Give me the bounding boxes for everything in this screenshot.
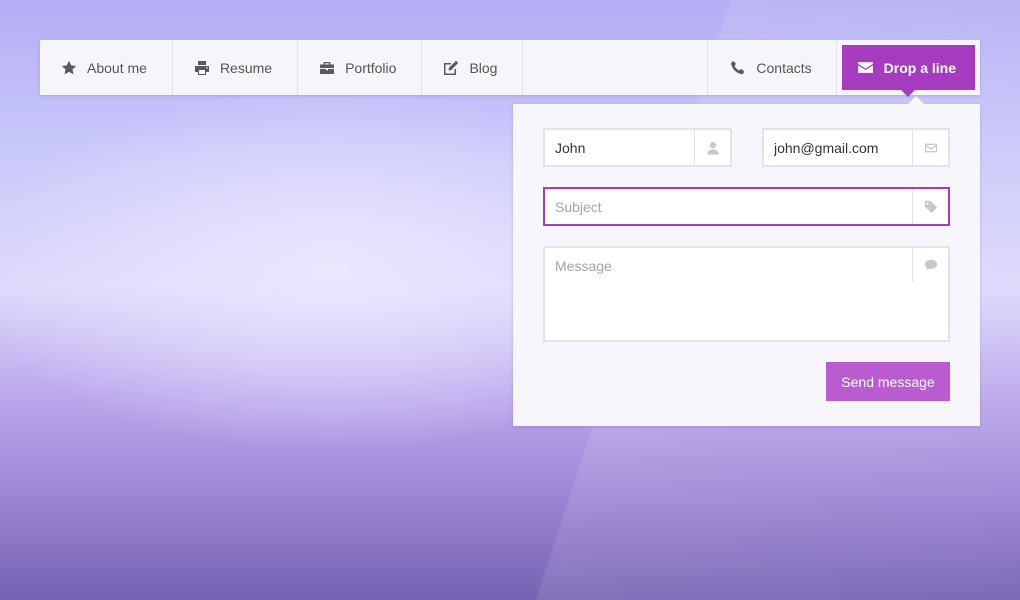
envelope-icon <box>857 62 873 73</box>
briefcase-icon <box>320 61 335 74</box>
name-field <box>543 128 732 167</box>
send-message-button[interactable]: Send message <box>826 362 950 401</box>
phone-icon <box>731 60 745 74</box>
contact-form-panel: Message Send message <box>513 96 980 426</box>
drop-a-line-label: Drop a line <box>883 59 956 76</box>
subject-field <box>543 187 950 226</box>
nav-item-about-me[interactable]: About me <box>40 40 173 95</box>
nav-label-resume: Resume <box>219 59 273 76</box>
nav-item-blog[interactable]: Blog <box>422 40 524 95</box>
nav-label-portfolio: Portfolio <box>345 59 397 76</box>
top-navbar: About me Resume Portfolio Blog Contacts … <box>40 40 980 97</box>
envelope-outline-icon <box>924 143 937 152</box>
subject-field-icon-wrap <box>912 189 948 224</box>
nav-item-contacts[interactable]: Contacts <box>708 40 837 95</box>
email-field-icon-wrap <box>912 130 948 165</box>
nav-label-contacts: Contacts <box>756 59 812 76</box>
drop-a-line-button[interactable]: Drop a line <box>841 45 975 97</box>
email-input[interactable] <box>764 130 912 165</box>
nav-label-blog: Blog <box>469 59 498 76</box>
name-input[interactable] <box>545 130 694 165</box>
message-textarea[interactable]: Message <box>545 248 912 284</box>
comment-icon <box>924 259 937 271</box>
email-field <box>762 128 950 167</box>
edit-icon <box>444 60 459 75</box>
user-icon <box>706 141 719 155</box>
printer-icon <box>194 60 209 75</box>
message-field: Message <box>543 246 950 342</box>
nav-label-about-me: About me <box>87 59 147 76</box>
tag-icon <box>924 200 937 213</box>
name-field-icon-wrap <box>694 130 730 165</box>
message-field-icon-wrap <box>912 248 948 282</box>
nav-item-portfolio[interactable]: Portfolio <box>298 40 423 95</box>
nav-spacer <box>523 40 709 95</box>
subject-input[interactable] <box>545 189 912 224</box>
nav-item-resume[interactable]: Resume <box>173 40 299 95</box>
star-icon <box>61 60 77 74</box>
